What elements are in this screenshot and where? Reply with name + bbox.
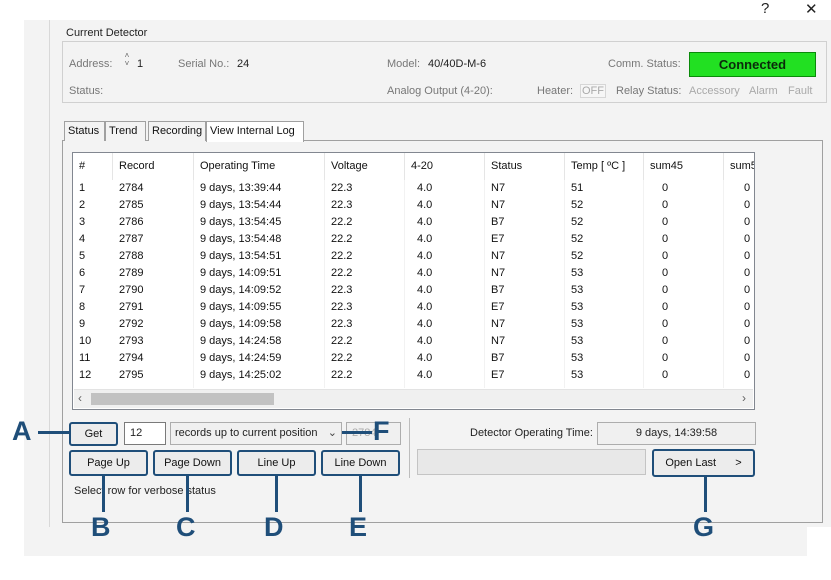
tab-trend[interactable]: Trend (105, 121, 146, 141)
comm-status-badge: Connected (689, 52, 816, 77)
group-title: Current Detector (66, 27, 148, 39)
close-button[interactable]: ✕ (805, 0, 818, 18)
callout-g: G (693, 512, 715, 542)
address-value: 1 (137, 58, 144, 70)
relay-accessory: Accessory (689, 85, 740, 97)
record-count-input[interactable]: 12 (124, 422, 166, 445)
progress-bar (417, 449, 646, 475)
get-button[interactable]: Get (69, 422, 118, 446)
comm-status-label: Comm. Status: (608, 58, 681, 70)
scroll-left-icon[interactable]: ‹ (78, 391, 82, 405)
divider (409, 418, 410, 478)
callout-e: E (349, 512, 368, 542)
column-header[interactable]: Status (485, 153, 565, 180)
window-margin (24, 20, 49, 556)
callout-line-g (704, 477, 707, 512)
help-button[interactable]: ? (761, 0, 769, 17)
window-margin-bottom (24, 527, 807, 556)
hint-text: Select row for verbose status (74, 485, 216, 497)
table-row[interactable] (73, 282, 753, 299)
column-header[interactable]: Temp [ ºC ] (565, 153, 644, 180)
table-row[interactable] (73, 214, 753, 231)
column-header[interactable]: 4-20 (405, 153, 485, 180)
log-table[interactable]: # Record Operating Time Voltage 4-20 Sta… (72, 152, 755, 410)
callout-b: B (91, 512, 111, 542)
page-up-button[interactable]: Page Up (69, 450, 148, 476)
callout-line-b (102, 476, 105, 512)
callout-line-d (275, 476, 278, 512)
table-row[interactable] (73, 333, 753, 350)
column-header[interactable]: Record (113, 153, 194, 180)
table-row[interactable] (73, 265, 753, 282)
open-last-label: Open Last (665, 457, 717, 469)
record-mode-select[interactable]: records up to current position ⌄ (170, 422, 342, 445)
relay-alarm: Alarm (749, 85, 778, 97)
callout-c: C (176, 512, 196, 542)
tab-recording[interactable]: Recording (148, 121, 206, 141)
relay-status-label: Relay Status: (616, 85, 682, 97)
column-header[interactable]: Operating Time (194, 153, 325, 180)
column-header[interactable]: Voltage (325, 153, 405, 180)
model-label: Model: (387, 58, 421, 70)
analog-output-label: Analog Output (4-20): (387, 85, 493, 97)
operating-time-value: 9 days, 14:39:58 (597, 422, 756, 445)
table-row[interactable] (73, 197, 753, 214)
record-mode-value: records up to current position (175, 427, 318, 439)
heater-label: Heater: (537, 85, 574, 97)
status-label: Status: (69, 85, 104, 97)
heater-status-box: OFF (580, 84, 606, 98)
address-label: Address: (69, 58, 113, 70)
table-row[interactable] (73, 350, 753, 367)
table-row[interactable] (73, 248, 753, 265)
column-header[interactable]: sum5 (724, 153, 754, 180)
tab-status[interactable]: Status (64, 121, 105, 141)
callout-d: D (264, 512, 284, 542)
table-row[interactable] (73, 299, 753, 316)
column-header[interactable]: sum45 (644, 153, 724, 180)
line-up-button[interactable]: Line Up (237, 450, 316, 476)
model-value: 40/40D-M-6 (428, 58, 487, 70)
relay-fault: Fault (788, 85, 813, 97)
callout-a: A (12, 416, 32, 446)
line-down-button[interactable]: Line Down (321, 450, 400, 476)
chevron-down-icon: ⌄ (327, 427, 337, 439)
table-row[interactable] (73, 231, 753, 248)
operating-time-label: Detector Operating Time: (470, 427, 593, 439)
column-header[interactable]: # (73, 153, 113, 180)
tab-view-internal-log[interactable]: View Internal Log (206, 121, 304, 142)
callout-line-f (342, 431, 372, 434)
horizontal-scrollbar[interactable]: ‹ › (74, 389, 753, 408)
table-row[interactable] (73, 180, 753, 197)
table-row[interactable] (73, 367, 753, 384)
serial-value: 24 (237, 58, 250, 70)
callout-f: F (373, 416, 390, 446)
callout-line-a (38, 431, 69, 434)
table-row[interactable] (73, 316, 753, 333)
open-last-arrow: > (735, 457, 742, 469)
callout-line-e (359, 476, 362, 512)
scrollbar-thumb[interactable] (91, 393, 274, 405)
page-down-button[interactable]: Page Down (153, 450, 232, 476)
scroll-right-icon[interactable]: › (742, 391, 746, 405)
callout-line-c (186, 476, 189, 512)
serial-label: Serial No.: (178, 58, 230, 70)
address-spinner-icon[interactable]: ˄ ˅ (123, 52, 131, 68)
open-last-button[interactable]: Open Last > (652, 449, 755, 477)
